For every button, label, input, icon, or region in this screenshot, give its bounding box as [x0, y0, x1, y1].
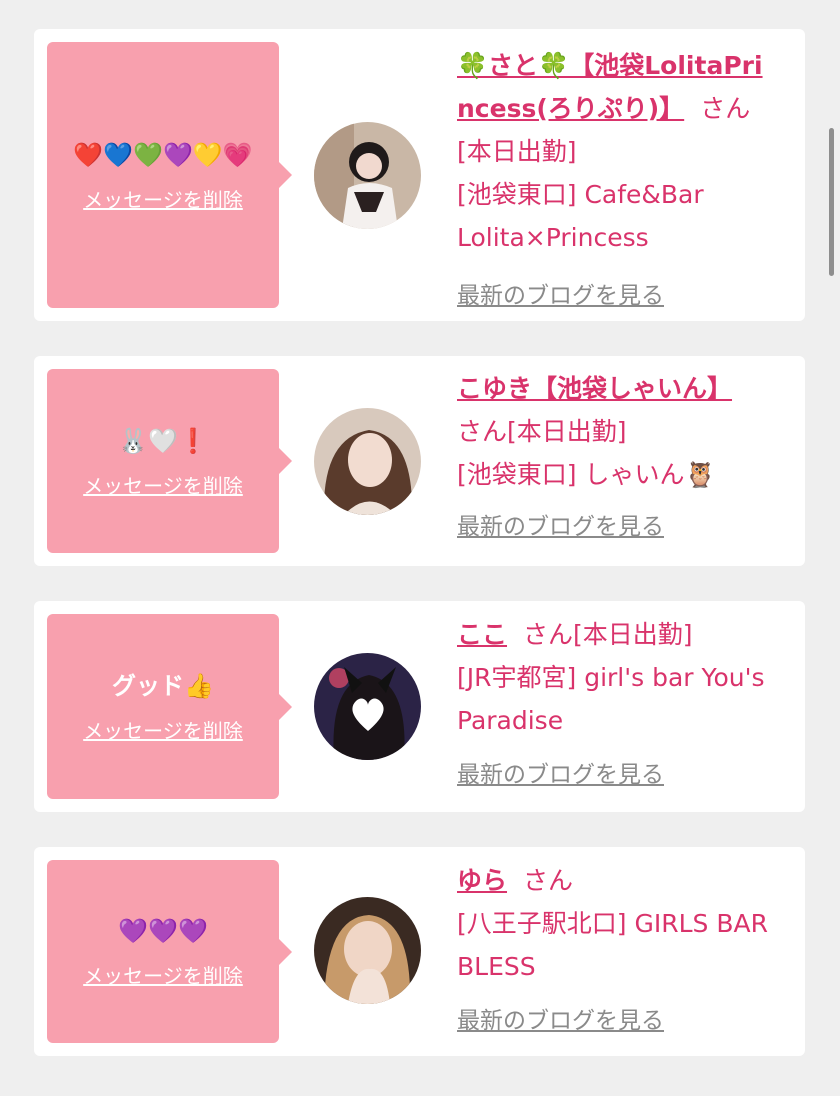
- scrollbar[interactable]: [829, 128, 834, 276]
- message-text: ❤️💙💚💜💛💗: [73, 140, 253, 169]
- latest-blog-link[interactable]: 最新のブログを見る: [457, 754, 664, 797]
- latest-blog-link[interactable]: 最新のブログを見る: [457, 275, 664, 318]
- avatar[interactable]: [314, 408, 421, 515]
- cast-name-link[interactable]: ここ: [457, 620, 507, 649]
- cast-name-link[interactable]: こゆき【池袋しゃいん】: [457, 374, 732, 403]
- shop-info: [JR宇都宮] girl's bar You's Paradise: [457, 663, 765, 735]
- message-text: 💜💜💜: [118, 917, 208, 945]
- cast-name-link[interactable]: ゆら: [457, 866, 507, 895]
- message-bubble: 🐰🤍❗️ メッセージを削除: [47, 369, 292, 553]
- shop-info: [八王子駅北口] GIRLS BAR BLESS: [457, 909, 768, 981]
- message-card: グッド👍 メッセージを削除 ここ さん[本日出勤] [JR宇都宮] girl's …: [34, 601, 805, 812]
- honorific: さん: [700, 94, 751, 123]
- message-bubble: グッド👍 メッセージを削除: [47, 614, 292, 799]
- work-status: [本日出勤]: [507, 417, 627, 446]
- delete-message-link[interactable]: メッセージを削除: [83, 184, 243, 213]
- delete-message-link[interactable]: メッセージを削除: [83, 470, 243, 499]
- message-text: 🐰🤍❗️: [118, 426, 208, 455]
- avatar[interactable]: [314, 122, 421, 229]
- shop-info: [池袋東口] Cafe&Bar Lolita×Princess: [457, 180, 704, 252]
- delete-message-link[interactable]: メッセージを削除: [83, 960, 243, 989]
- delete-message-link[interactable]: メッセージを削除: [83, 715, 243, 744]
- honorific: さん: [523, 620, 574, 649]
- message-card: 💜💜💜 メッセージを削除 ゆら さん [八王子駅北口] GIRLS BAR BLE…: [34, 847, 805, 1056]
- latest-blog-link[interactable]: 最新のブログを見る: [457, 1000, 664, 1043]
- message-card: 🐰🤍❗️ メッセージを削除 こゆき【池袋しゃいん】 さん[本日出勤] [池袋東口…: [34, 356, 805, 566]
- message-bubble: 💜💜💜 メッセージを削除: [47, 860, 292, 1043]
- cast-info: ここ さん[本日出勤] [JR宇都宮] girl's bar You's Para…: [457, 613, 777, 797]
- latest-blog-link[interactable]: 最新のブログを見る: [457, 506, 664, 549]
- work-status: [本日出勤]: [573, 620, 693, 649]
- message-text: グッド👍: [112, 672, 214, 700]
- work-status: [本日出勤]: [457, 137, 577, 166]
- shop-info: [池袋東口] しゃいん🦉: [457, 460, 716, 489]
- cast-info: こゆき【池袋しゃいん】 さん[本日出勤] [池袋東口] しゃいん🦉 最新のブログ…: [457, 367, 777, 549]
- honorific: さん: [457, 417, 508, 446]
- message-card: ❤️💙💚💜💛💗 メッセージを削除 🍀さと🍀【池袋LolitaPrincess(ろ…: [34, 29, 805, 321]
- message-bubble: ❤️💙💚💜💛💗 メッセージを削除: [47, 42, 292, 308]
- avatar[interactable]: [314, 897, 421, 1004]
- avatar[interactable]: [314, 653, 421, 760]
- honorific: さん: [523, 866, 574, 895]
- cast-info: ゆら さん [八王子駅北口] GIRLS BAR BLESS 最新のブログを見る: [457, 859, 777, 1043]
- cast-info: 🍀さと🍀【池袋LolitaPrincess(ろりぷり)】 さん[本日出勤] [池袋…: [457, 44, 777, 318]
